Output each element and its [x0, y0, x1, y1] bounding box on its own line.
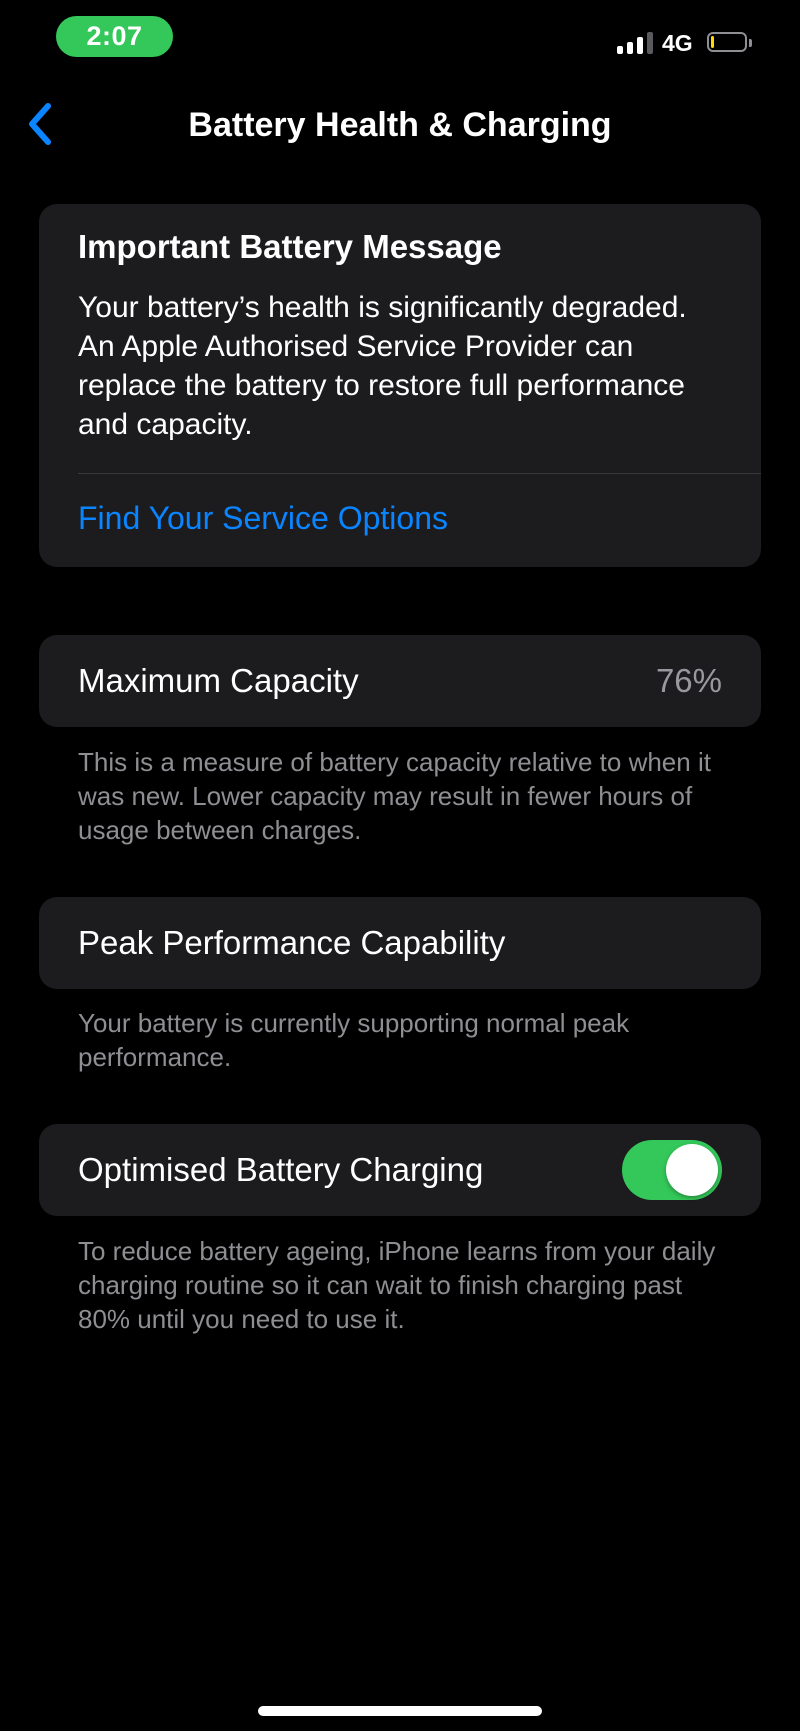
cellular-signal-icon	[617, 32, 653, 54]
optimised-charging-label: Optimised Battery Charging	[78, 1151, 484, 1188]
maximum-capacity-row: Maximum Capacity 76%	[39, 635, 761, 727]
battery-message-card: Important Battery Message Your battery’s…	[39, 204, 761, 567]
maximum-capacity-value: 76%	[655, 662, 722, 699]
divider	[78, 473, 761, 474]
chevron-left-icon	[29, 103, 51, 145]
maximum-capacity-label: Maximum Capacity	[78, 662, 359, 699]
optimised-charging-toggle[interactable]	[622, 1140, 722, 1200]
back-button[interactable]	[18, 97, 62, 151]
optimised-charging-footnote: To reduce battery ageing, iPhone learns …	[78, 1236, 716, 1334]
battery-level-fill	[711, 36, 714, 48]
network-type-label: 4G	[662, 30, 693, 56]
page-title: Battery Health & Charging	[188, 106, 612, 144]
peak-performance-footnote: Your battery is currently supporting nor…	[78, 1008, 630, 1072]
navigation-bar: Battery Health & Charging	[0, 95, 800, 155]
toggle-knob	[666, 1144, 718, 1196]
message-body: Your battery’s health is significantly d…	[78, 291, 687, 441]
maximum-capacity-footnote: This is a measure of battery capacity re…	[78, 747, 711, 845]
status-time[interactable]: 2:07	[56, 16, 173, 57]
battery-icon	[707, 32, 753, 54]
peak-performance-label: Peak Performance Capability	[78, 924, 506, 961]
status-bar: 2:07 4G	[0, 0, 800, 80]
optimised-charging-row: Optimised Battery Charging	[39, 1124, 761, 1216]
peak-performance-row: Peak Performance Capability	[39, 897, 761, 989]
home-indicator[interactable]	[258, 1706, 542, 1716]
message-title: Important Battery Message	[78, 228, 502, 265]
find-service-options-link[interactable]: Find Your Service Options	[78, 500, 448, 537]
